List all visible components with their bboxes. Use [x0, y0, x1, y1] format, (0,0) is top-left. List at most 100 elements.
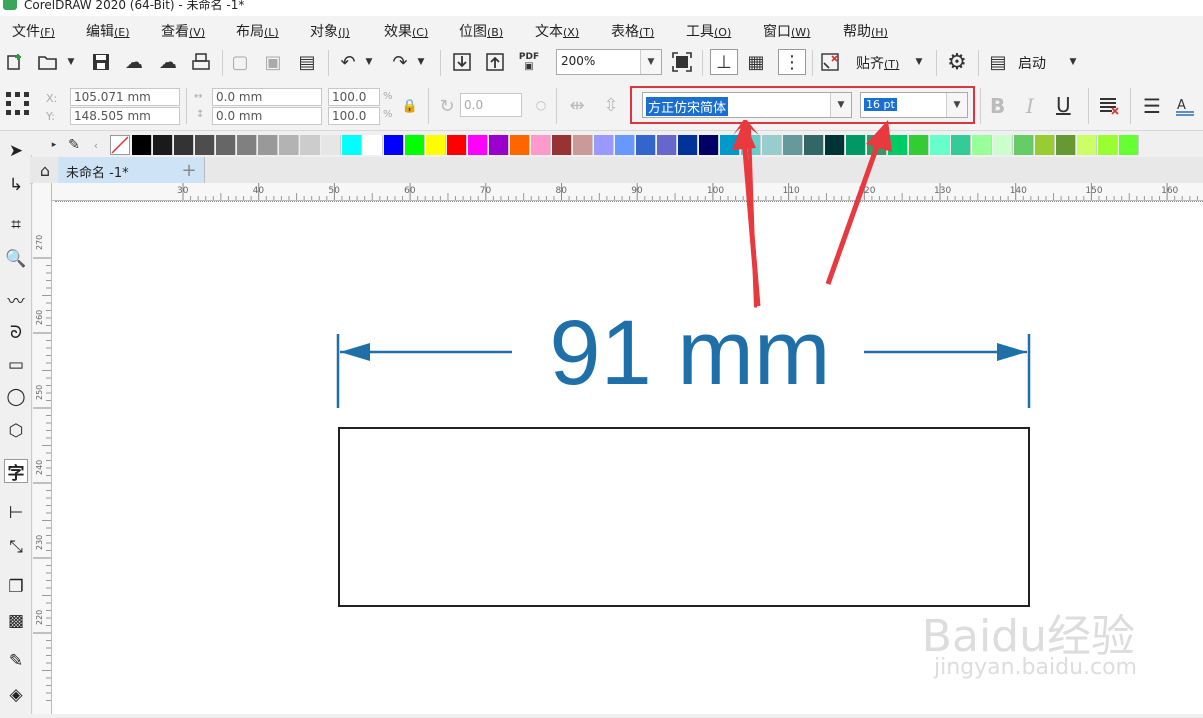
crop-tool-icon[interactable]: ⌗ [4, 213, 28, 237]
italic-button[interactable]: I [1026, 94, 1034, 118]
launch-dropdown-icon[interactable]: ▼ [1066, 51, 1080, 73]
width-field[interactable]: 0.0 mm [212, 88, 322, 106]
no-color-swatch[interactable] [110, 135, 130, 155]
zoom-tool-icon[interactable]: 🔍 [4, 247, 28, 271]
color-swatch[interactable] [510, 135, 530, 155]
snap-off-icon[interactable] [818, 50, 842, 74]
palette-scroll-left-icon[interactable]: ▸ [48, 136, 60, 154]
copy-icon[interactable]: ▣ [262, 51, 284, 73]
menu-view[interactable]: 查看(V) [161, 21, 205, 41]
snap-dropdown-icon[interactable]: ▼ [912, 51, 926, 73]
launch-menu[interactable]: 启动 [1018, 53, 1046, 73]
color-swatch[interactable] [279, 135, 299, 155]
menu-object[interactable]: 对象(J) [310, 21, 350, 41]
paste-icon[interactable]: ▤ [296, 51, 318, 73]
export-icon[interactable] [483, 50, 507, 74]
show-guidelines-icon[interactable]: ⋮ [778, 49, 806, 75]
save-icon[interactable] [90, 51, 112, 73]
rotation-field[interactable]: 0.0 [460, 93, 522, 117]
connector-tool-icon[interactable]: ⤡ [4, 535, 28, 559]
color-swatch[interactable] [1056, 135, 1076, 155]
interactive-fill-icon[interactable]: ◈ [4, 683, 28, 707]
launch-icon[interactable]: ▤ [986, 50, 1010, 74]
eyedropper-tool-icon[interactable]: ✎ [4, 649, 28, 673]
color-swatch[interactable] [300, 135, 320, 155]
snap-to-menu[interactable]: 贴齐(T) [856, 53, 899, 73]
color-swatch[interactable] [342, 135, 362, 155]
color-swatch[interactable] [132, 135, 152, 155]
open-folder-icon[interactable] [36, 51, 60, 73]
rectangle-shape[interactable] [338, 427, 1030, 607]
color-swatch[interactable] [573, 135, 593, 155]
color-swatch[interactable] [1035, 135, 1055, 155]
color-swatch[interactable] [930, 135, 950, 155]
menu-text[interactable]: 文本(X) [535, 21, 579, 41]
menu-help[interactable]: 帮助(H) [843, 21, 888, 41]
color-swatch[interactable] [909, 135, 929, 155]
options-gear-icon[interactable]: ⚙ [944, 50, 970, 75]
print-icon[interactable] [189, 51, 213, 73]
color-swatch[interactable] [1098, 135, 1118, 155]
redo-dropdown-icon[interactable]: ▼ [414, 51, 428, 73]
color-swatch[interactable] [384, 135, 404, 155]
color-swatch[interactable] [174, 135, 194, 155]
import-icon[interactable] [450, 50, 474, 74]
palette-prev-icon[interactable]: ‹ [90, 135, 102, 155]
color-swatch[interactable] [195, 135, 215, 155]
mirror-horizontal-icon[interactable]: ⇹ [566, 94, 588, 116]
menu-window[interactable]: 窗口(W) [763, 21, 810, 41]
color-swatch[interactable] [405, 135, 425, 155]
color-swatch[interactable] [468, 135, 488, 155]
height-field[interactable]: 0.0 mm [212, 107, 322, 125]
color-swatch[interactable] [594, 135, 614, 155]
mirror-vertical-icon[interactable]: ⇳ [600, 94, 622, 116]
scale-height-field[interactable]: 100.0 [328, 107, 380, 125]
shape-tool-icon[interactable]: ↳ [4, 173, 28, 197]
color-swatch[interactable] [993, 135, 1013, 155]
y-position-field[interactable]: 148.505 mm [70, 107, 180, 125]
color-swatch[interactable] [552, 135, 572, 155]
zoom-dropdown-icon[interactable]: ▼ [640, 50, 661, 74]
bullet-list-icon[interactable]: ☰ [1140, 94, 1164, 118]
color-swatch[interactable] [699, 135, 719, 155]
reference-point-icon[interactable] [4, 90, 32, 118]
color-swatch[interactable] [678, 135, 698, 155]
menu-edit[interactable]: 编辑(E) [86, 21, 130, 41]
color-swatch[interactable] [1014, 135, 1034, 155]
color-swatch[interactable] [237, 135, 257, 155]
dimension-tool-icon[interactable]: ⊢ [4, 501, 28, 525]
ellipse-tool-icon[interactable]: ◯ [4, 385, 28, 409]
bold-button[interactable]: B [990, 94, 1005, 118]
color-swatch[interactable] [153, 135, 173, 155]
menu-layout[interactable]: 布局(L) [236, 21, 279, 41]
new-document-icon[interactable] [4, 51, 26, 73]
show-grid-icon[interactable]: ▦ [744, 50, 768, 74]
palette-eyedropper-icon[interactable]: ✎ [64, 135, 84, 155]
menu-table[interactable]: 表格(T) [611, 21, 654, 41]
color-swatch[interactable] [657, 135, 677, 155]
home-icon[interactable]: ⌂ [36, 160, 54, 180]
color-swatch[interactable] [363, 135, 383, 155]
text-tool-icon[interactable]: 字 [4, 459, 28, 484]
lock-ratio-icon[interactable]: 🔒 [402, 96, 418, 116]
menu-file[interactable]: 文件(F) [12, 21, 55, 41]
x-position-field[interactable]: 105.071 mm [70, 88, 180, 106]
undo-dropdown-icon[interactable]: ▼ [362, 51, 376, 73]
color-swatch[interactable] [636, 135, 656, 155]
color-swatch[interactable] [489, 135, 509, 155]
cloud-upload-icon[interactable]: ☁ [156, 51, 180, 73]
undo-icon[interactable]: ↶ [336, 51, 360, 73]
transparency-tool-icon[interactable]: ▩ [4, 609, 28, 633]
menu-tools[interactable]: 工具(O) [686, 21, 731, 41]
scale-width-field[interactable]: 100.0 [328, 88, 380, 106]
vertical-ruler[interactable]: 270 260 250 240 230 220 [33, 183, 52, 714]
freehand-tool-icon[interactable]: 〰 [4, 287, 28, 312]
color-swatch[interactable] [426, 135, 446, 155]
color-swatch[interactable] [258, 135, 278, 155]
cut-icon[interactable]: ▢ [229, 51, 251, 73]
underline-button[interactable]: U [1056, 93, 1071, 117]
drop-shadow-tool-icon[interactable]: ❐ [4, 575, 28, 599]
polygon-tool-icon[interactable]: ⬡ [4, 419, 28, 443]
color-swatch[interactable] [951, 135, 971, 155]
color-swatch[interactable] [531, 135, 551, 155]
